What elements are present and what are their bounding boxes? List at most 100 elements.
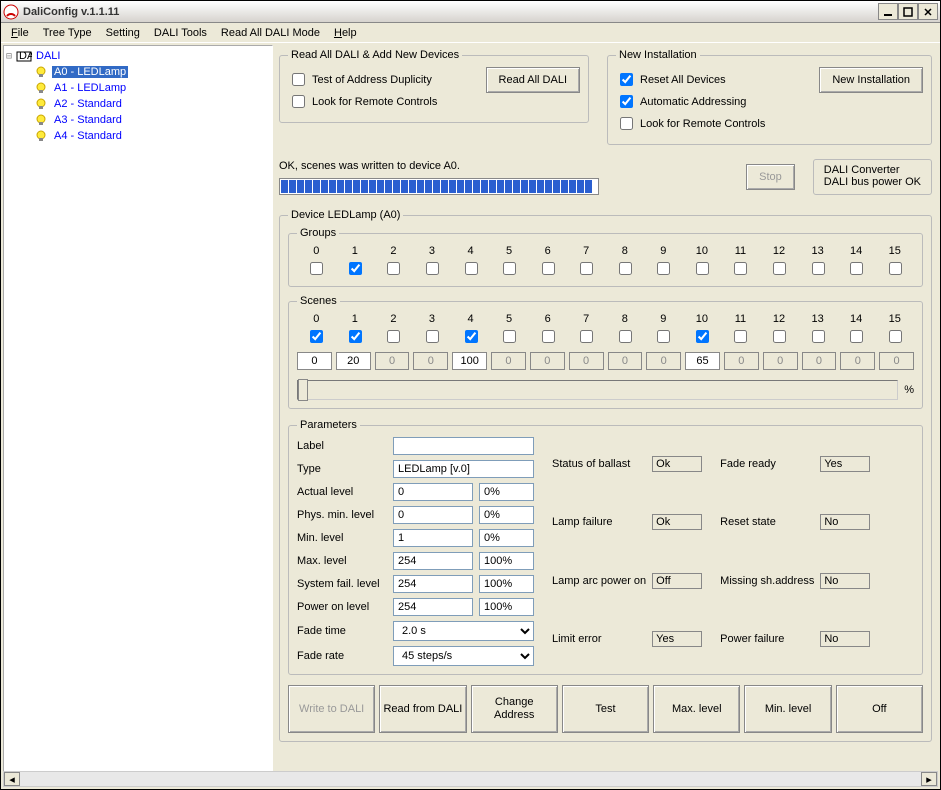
chk-look-remote-1[interactable]: Look for Remote Controls (288, 92, 478, 111)
bulb-icon (34, 65, 48, 79)
group-chk-9[interactable] (657, 262, 670, 275)
stop-button[interactable]: Stop (746, 164, 795, 190)
chk-auto-addr[interactable]: Automatic Addressing (616, 92, 811, 111)
write-dali-button[interactable]: Write to DALI (288, 685, 375, 733)
scene-val-4[interactable] (452, 352, 487, 370)
group-chk-5[interactable] (503, 262, 516, 275)
tree-item-0[interactable]: A0 - LEDLamp (34, 64, 270, 80)
bulb-icon (34, 97, 48, 111)
minimize-button[interactable] (878, 3, 898, 20)
scene-chk-0[interactable] (310, 330, 323, 343)
scene-chk-15[interactable] (889, 330, 902, 343)
group-chk-14[interactable] (850, 262, 863, 275)
change-addr-button[interactable]: ChangeAddress (471, 685, 558, 733)
min-level-pct (479, 529, 534, 547)
group-chk-3[interactable] (426, 262, 439, 275)
menu-readall[interactable]: Read All DALI Mode (215, 25, 326, 41)
scene-val-13 (802, 352, 837, 370)
scene-chk-3[interactable] (426, 330, 439, 343)
scene-chk-12[interactable] (773, 330, 786, 343)
scene-val-3 (413, 352, 448, 370)
group-chk-1[interactable] (349, 262, 362, 275)
min-level-input[interactable] (393, 529, 473, 547)
actual-level-input[interactable] (393, 483, 473, 501)
menu-help[interactable]: Help (328, 25, 363, 41)
tree-item-3[interactable]: A3 - Standard (34, 112, 270, 128)
scene-chk-11[interactable] (734, 330, 747, 343)
scene-val-14 (840, 352, 875, 370)
h-scrollbar[interactable]: ◂ ▸ (3, 771, 938, 787)
dali-root-icon: DALI (16, 49, 32, 63)
max-level-button[interactable]: Max. level (653, 685, 740, 733)
scene-chk-5[interactable] (503, 330, 516, 343)
read-dali-button[interactable]: Read from DALI (379, 685, 466, 733)
power-on-input[interactable] (393, 598, 473, 616)
scene-chk-4[interactable] (465, 330, 478, 343)
read-all-dali-button[interactable]: Read All DALI (486, 67, 580, 93)
app-icon (3, 4, 19, 20)
menu-file[interactable]: File (5, 25, 35, 41)
close-button[interactable] (918, 3, 938, 20)
group-chk-0[interactable] (310, 262, 323, 275)
sys-fail-input[interactable] (393, 575, 473, 593)
status-reset: No (820, 514, 870, 530)
tree-root[interactable]: ⊟ DALI DALI (6, 48, 270, 64)
scene-chk-9[interactable] (657, 330, 670, 343)
chk-test-duplicity[interactable]: Test of Address Duplicity (288, 70, 478, 89)
sys-fail-pct (479, 575, 534, 593)
titlebar: DaliConfig v.1.1.11 (1, 1, 940, 23)
tree-item-2[interactable]: A2 - Standard (34, 96, 270, 112)
scene-chk-7[interactable] (580, 330, 593, 343)
group-chk-13[interactable] (812, 262, 825, 275)
new-install-button[interactable]: New Installation (819, 67, 923, 93)
scene-chk-10[interactable] (696, 330, 709, 343)
type-input[interactable] (393, 460, 534, 478)
scroll-left-icon[interactable]: ◂ (4, 772, 20, 786)
status-miss: No (820, 573, 870, 589)
status-arc: Off (652, 573, 702, 589)
label-input[interactable] (393, 437, 534, 455)
maximize-button[interactable] (898, 3, 918, 20)
group-chk-10[interactable] (696, 262, 709, 275)
scene-chk-2[interactable] (387, 330, 400, 343)
min-level-button[interactable]: Min. level (744, 685, 831, 733)
menu-dalitools[interactable]: DALI Tools (148, 25, 213, 41)
test-button[interactable]: Test (562, 685, 649, 733)
group-chk-12[interactable] (773, 262, 786, 275)
chk-reset-all[interactable]: Reset All Devices (616, 70, 811, 89)
power-on-pct (479, 598, 534, 616)
chk-look-remote-2[interactable]: Look for Remote Controls (616, 114, 811, 133)
group-chk-11[interactable] (734, 262, 747, 275)
scene-chk-6[interactable] (542, 330, 555, 343)
scene-chk-14[interactable] (850, 330, 863, 343)
group-chk-2[interactable] (387, 262, 400, 275)
group-chk-6[interactable] (542, 262, 555, 275)
scene-chk-1[interactable] (349, 330, 362, 343)
scene-chk-8[interactable] (619, 330, 632, 343)
group-chk-8[interactable] (619, 262, 632, 275)
menu-treetype[interactable]: Tree Type (37, 25, 98, 41)
group-chk-7[interactable] (580, 262, 593, 275)
menu-setting[interactable]: Setting (100, 25, 146, 41)
scroll-right-icon[interactable]: ▸ (921, 772, 937, 786)
tree-item-1[interactable]: A1 - LEDLamp (34, 80, 270, 96)
scene-val-8 (608, 352, 643, 370)
scene-chk-13[interactable] (812, 330, 825, 343)
scene-val-7 (569, 352, 604, 370)
device-tree[interactable]: ⊟ DALI DALI A0 - LEDLampA1 - LEDLampA2 -… (3, 45, 273, 787)
max-level-input[interactable] (393, 552, 473, 570)
group-chk-15[interactable] (889, 262, 902, 275)
scene-val-0[interactable] (297, 352, 332, 370)
group-chk-4[interactable] (465, 262, 478, 275)
scene-slider[interactable] (297, 380, 898, 400)
phys-min-input[interactable] (393, 506, 473, 524)
scene-val-10[interactable] (685, 352, 720, 370)
status-limit: Yes (652, 631, 702, 647)
converter-box: DALI Converter DALI bus power OK (813, 159, 932, 195)
tree-item-4[interactable]: A4 - Standard (34, 128, 270, 144)
off-button[interactable]: Off (836, 685, 923, 733)
fade-rate-select[interactable]: 45 steps/s (393, 646, 534, 666)
scene-val-1[interactable] (336, 352, 371, 370)
fade-time-select[interactable]: 2.0 s (393, 621, 534, 641)
status-fade: Yes (820, 456, 870, 472)
